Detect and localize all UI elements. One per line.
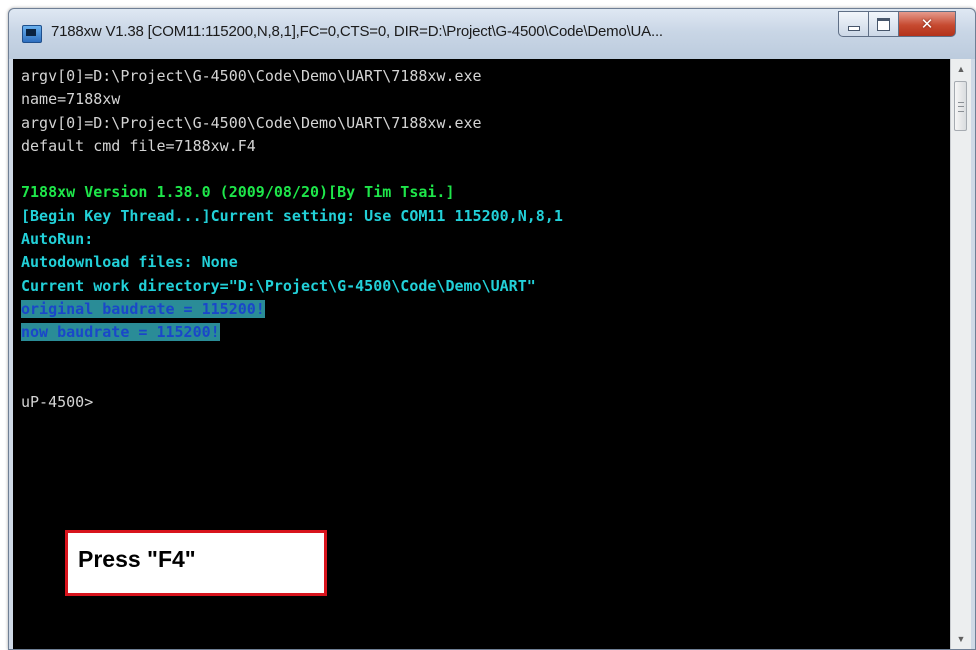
- instruction-callout: Press "F4": [65, 530, 327, 596]
- line-text: Current work directory="D:\Project\G-450…: [21, 276, 536, 295]
- terminal-line: name=7188xw: [21, 88, 941, 111]
- scroll-down-arrow-icon[interactable]: ▼: [951, 629, 971, 649]
- minimize-icon: [847, 25, 860, 31]
- line-text: name=7188xw: [21, 90, 121, 109]
- terminal-line: argv[0]=D:\Project\G-4500\Code\Demo\UART…: [21, 65, 941, 88]
- callout-text: Press "F4": [78, 546, 196, 572]
- line-text: argv[0]=D:\Project\G-4500\Code\Demo\UART…: [21, 113, 482, 132]
- terminal-line: original baudrate = 115200!: [21, 298, 941, 321]
- line-text: AutoRun:: [21, 230, 94, 249]
- command-prompt[interactable]: uP-4500>: [21, 393, 93, 411]
- maximize-icon: [877, 17, 890, 31]
- close-icon: ✕: [920, 15, 934, 33]
- terminal-line: 7188xw Version 1.38.0 (2009/08/20)[By Ti…: [21, 181, 941, 204]
- line-text: default cmd file=7188xw.F4: [21, 136, 256, 155]
- terminal-line: default cmd file=7188xw.F4: [21, 135, 941, 158]
- version-line: 7188xw Version 1.38.0 (2009/08/20)[By Ti…: [21, 183, 455, 202]
- grip-icon: [958, 102, 964, 112]
- line-text: Autodownload files: None: [21, 253, 238, 272]
- terminal-line: AutoRun:: [21, 228, 941, 251]
- window-title: 7188xw V1.38 [COM11:115200,N,8,1],FC=0,C…: [51, 23, 663, 40]
- line-text: [Begin Key Thread...]Current setting: Us…: [21, 206, 563, 225]
- terminal-line: now baudrate = 115200!: [21, 321, 941, 344]
- terminal-line: uP-4500>: [21, 391, 941, 414]
- terminal-line: Current work directory="D:\Project\G-450…: [21, 275, 941, 298]
- scrollbar-thumb[interactable]: [954, 81, 967, 131]
- terminal-line: argv[0]=D:\Project\G-4500\Code\Demo\UART…: [21, 112, 941, 135]
- selected-text[interactable]: original baudrate = 115200!: [21, 299, 265, 318]
- terminal-line: [Begin Key Thread...]Current setting: Us…: [21, 205, 941, 228]
- vertical-scrollbar[interactable]: ▲ ▼: [950, 59, 971, 649]
- terminal-line: Autodownload files: None: [21, 251, 941, 274]
- maximize-button[interactable]: [868, 11, 898, 37]
- title-bar[interactable]: 7188xw V1.38 [COM11:115200,N,8,1],FC=0,C…: [9, 9, 975, 59]
- close-button[interactable]: ✕: [898, 11, 956, 37]
- selected-text[interactable]: now baudrate = 115200!: [21, 323, 220, 342]
- console-app-icon[interactable]: [22, 25, 42, 43]
- minimize-button[interactable]: [838, 11, 868, 37]
- line-text: argv[0]=D:\Project\G-4500\Code\Demo\UART…: [21, 67, 482, 85]
- scroll-up-arrow-icon[interactable]: ▲: [951, 59, 971, 79]
